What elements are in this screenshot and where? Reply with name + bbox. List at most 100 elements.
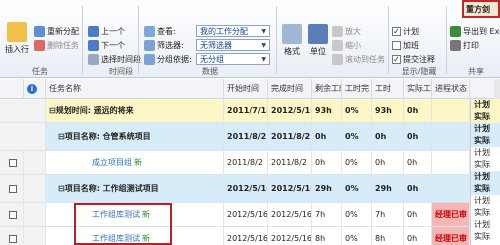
print-button[interactable]: 打印 [450, 40, 479, 51]
zoom-out-icon [332, 40, 343, 51]
header-select [0, 79, 24, 99]
separator [388, 6, 389, 74]
checkbox-checked-icon: ✓ [392, 27, 401, 36]
work: 93h [372, 99, 404, 122]
select-period-button[interactable]: 选择时间段 [88, 54, 141, 65]
finish-date: 2012/5/16 [268, 203, 312, 226]
row-gutter [24, 175, 46, 202]
column-header[interactable]: 实际工 [404, 79, 432, 99]
work: 0h [372, 151, 404, 174]
percent-complete: 0% [342, 151, 372, 174]
scroll-to-task-button[interactable]: 滚动到任务 [332, 54, 385, 65]
filter-dropdown[interactable]: 无筛选器 ▼ [196, 39, 270, 51]
table-row[interactable]: 工作组库测试新 2012/5/16 2012/5/16 7h 0% 7h 0h … [0, 203, 470, 227]
plan-label: 计划 [471, 171, 500, 183]
task-link[interactable]: 成立项目组 [92, 157, 132, 168]
row-gutter [0, 123, 46, 150]
chevron-down-icon: ▼ [261, 41, 266, 49]
table-row[interactable]: 成立项目组新 2011/8/2 2011/8/2 0h 0% 0h 0h [0, 151, 470, 175]
finish-date: 2011/8/2 [268, 151, 312, 174]
zoom-in-button[interactable]: 放大 [332, 26, 361, 37]
checkbox-icon [9, 158, 17, 167]
column-header[interactable]: 工时完 [342, 79, 372, 99]
start-date: 2011/8/2 [224, 151, 268, 174]
scrollbar[interactable] [494, 79, 500, 99]
insert-row-icon [7, 22, 27, 42]
finish-date: 2012/5/16 [268, 227, 312, 245]
table-row[interactable]: ⊟规划时间: 遥远的将来 2011/7/18 2012/5/16 93h 0% … [0, 99, 470, 123]
column-header[interactable]: 进程状态 [432, 79, 470, 99]
column-header[interactable]: 工时 [372, 79, 404, 99]
actual-label: 实际 [471, 111, 500, 123]
remaining-work: 7h [312, 203, 342, 226]
start-date: 2011/8/2 [224, 123, 268, 150]
column-header[interactable]: 开始时间 [224, 79, 268, 99]
start-date: 2012/5/16 [224, 175, 268, 202]
calendar-icon [88, 54, 99, 65]
table-row[interactable]: ⊟项目名称: 工作组测试项目 2012/5/16 2012/5/16 29h 0… [0, 175, 470, 203]
remaining-work: 29h [312, 175, 342, 202]
overtime-checkbox[interactable]: 加班 [392, 40, 419, 51]
plan-actual-column: 计划 实际 计划 实际 计划 实际 计划 实际 计划 实际 计划 实际 [470, 99, 500, 245]
checkbox-checked-icon: ✓ [392, 55, 401, 64]
column-header[interactable]: 剩余工时 [312, 79, 342, 99]
groupby-dropdown[interactable]: 无分组 ▼ [196, 53, 270, 65]
plan-label: 计划 [471, 99, 500, 111]
remaining-work: 8h [312, 227, 342, 245]
table-row[interactable]: 工作组库测试新 2012/5/16 2012/5/16 8h 0% 8h 0h … [0, 227, 470, 245]
row-select[interactable] [0, 203, 24, 226]
filter-icon [144, 40, 155, 51]
row-select[interactable] [0, 151, 24, 174]
finish-date: 2012/5/16 [268, 175, 312, 202]
next-button[interactable]: 下一个 [88, 40, 125, 51]
plan-label: 计划 [474, 220, 490, 229]
view-label: 查看: [144, 26, 176, 37]
plan-checkbox[interactable]: ✓ 计划 [392, 26, 419, 37]
actual-label: 实际 [474, 208, 490, 217]
column-header[interactable]: 完成时间 [268, 79, 312, 99]
delete-task-button[interactable]: 删除任务 [34, 40, 79, 51]
insert-row-button[interactable]: 插入行 [4, 22, 30, 55]
actual-work: 0h [404, 99, 432, 122]
unit-button[interactable]: 单位 [306, 24, 330, 57]
format-button[interactable]: 格式 [280, 24, 304, 57]
reassign-button[interactable]: 重新分配 [34, 26, 79, 37]
grid-header: i 任务名称 开始时间 完成时间 剩余工时 工时完 工时 实际工 进程状态 [0, 79, 500, 99]
start-date: 2011/7/18 [224, 99, 268, 122]
view-icon [144, 26, 155, 37]
status [432, 151, 470, 174]
separator [276, 6, 277, 74]
plan-label: 计划 [474, 196, 490, 205]
table-row[interactable]: ⊟项目名称: 仓管系统项目 2011/8/2 2011/8/2 0h 0% 0h… [0, 123, 470, 151]
submit-note-checkbox[interactable]: ✓ 提交注释 [392, 54, 435, 65]
separator [446, 6, 447, 74]
column-header[interactable]: 任务名称 [46, 79, 224, 99]
start-date: 2012/5/16 [224, 227, 268, 245]
chevron-down-icon: ▼ [261, 55, 266, 63]
task-name[interactable]: 成立项目组新 [46, 151, 224, 174]
previous-button[interactable]: 上一个 [88, 26, 125, 37]
finish-date: 2012/5/16 [268, 99, 312, 122]
remaining-work: 0h [312, 123, 342, 150]
delete-icon [34, 40, 45, 51]
group-label-show: 显示/隐藏 [401, 67, 437, 76]
zoom-in-icon [332, 26, 343, 37]
checkbox-icon [9, 184, 17, 193]
user-name-badge[interactable]: 董方剑 [462, 0, 500, 18]
work: 8h [372, 227, 404, 245]
zoom-out-button[interactable]: 缩小 [332, 40, 361, 51]
timesheet-grid: i 任务名称 开始时间 完成时间 剩余工时 工时完 工时 实际工 进程状态 ⊟规… [0, 79, 500, 245]
row-select[interactable] [0, 227, 24, 245]
down-arrow-icon [88, 40, 99, 51]
scroll-icon [332, 54, 343, 65]
export-excel-button[interactable]: 导出到 Excel [450, 26, 500, 37]
actual-label: 实际 [471, 183, 500, 195]
view-dropdown[interactable]: 我的工作分配 ▼ [196, 25, 270, 37]
start-date: 2012/5/16 [224, 203, 268, 226]
task-name: ⊟项目名称: 仓管系统项目 [46, 123, 224, 150]
row-select[interactable] [0, 175, 24, 202]
plan-label: 计划 [471, 123, 500, 135]
work: 29h [372, 175, 404, 202]
header-info-icon: i [24, 79, 46, 99]
separator [138, 6, 139, 74]
